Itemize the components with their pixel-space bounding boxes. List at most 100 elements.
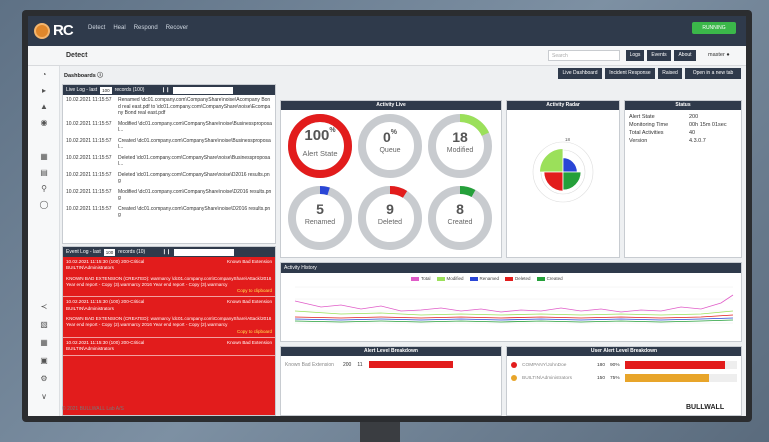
monitor-stand (360, 422, 400, 442)
live-log-row[interactable]: 10.02.2021 11:15:57 Deleted \dc01.company… (63, 170, 275, 187)
log-timestamp: 10.02.2021 11:15:57 (66, 154, 112, 161)
event-body: KNOWN BAD EXTENSION (CREATED): warmarcy … (66, 275, 272, 287)
log-timestamp: 10.02.2021 11:15:57 (66, 137, 112, 144)
event-log-row[interactable]: 10.02.2021 11:15:30 (100) 200-Critical Kn… (63, 297, 275, 338)
user-level: 150 (597, 375, 606, 381)
nav-recover[interactable]: Recover (166, 25, 188, 31)
dashboard-icon[interactable]: ◔ (39, 70, 49, 80)
log-text: Deleted \dc01.company.com\CompanyShare\n… (118, 171, 270, 185)
event-log-filter-input[interactable] (173, 248, 234, 256)
alert-level-bar (368, 361, 453, 368)
user-menu[interactable]: master ● (708, 52, 730, 58)
log-timestamp: 10.02.2021 11:15:57 (66, 171, 112, 178)
live-log-records: records (100) (114, 87, 145, 93)
event-log-row[interactable]: 10.02.2021 11:15:30 (100) 200-Critical Kn… (63, 337, 275, 356)
gauge-ring (358, 186, 422, 250)
megaphone-icon[interactable]: ▸ (39, 86, 49, 96)
gauge-value: 5 (287, 201, 353, 217)
live-log-row[interactable]: 10.02.2021 11:15:57 Created \dc01.company… (63, 136, 275, 153)
activity-history-title: Activity History (284, 265, 317, 271)
gauge-label: Deleted (377, 219, 403, 226)
activity-live-title: Activity Live (281, 101, 501, 110)
report-icon[interactable]: ▧ (39, 320, 49, 330)
live-log-count-select[interactable]: 100 (100, 86, 112, 94)
logo-text: RC (53, 22, 74, 39)
event-timestamp: 10.02.2021 11:15:30 (66, 259, 108, 264)
gear-icon[interactable]: ⚙ (39, 374, 49, 384)
raised-button[interactable]: Raised (658, 68, 682, 79)
footer-copyright: © 2021 BULLWALL Lab A/S (62, 406, 124, 412)
event-log-records: records (10) (118, 249, 146, 255)
activity-history-panel: Activity History Total Modified Renamed Del… (280, 262, 742, 342)
search-icon[interactable]: ⚲ (39, 184, 49, 194)
gauge-alert-state: 100% Alert State (287, 113, 353, 179)
live-log-row[interactable]: 10.02.2021 11:15:57 Created \dc01.company… (63, 204, 275, 221)
app-logo[interactable]: RC (34, 22, 74, 39)
user-name: COMPANY\JohnDoe (522, 362, 567, 368)
about-button[interactable]: About (674, 50, 696, 61)
user-name: master (708, 52, 725, 58)
activity-radar-panel: Activity Radar 18 (506, 100, 620, 258)
live-log-row[interactable]: 10.02.2021 11:15:57 Modified \dc01.compan… (63, 119, 275, 136)
copy-to-clipboard-link[interactable]: Copy to clipboard (66, 329, 272, 335)
gauge-label: Renamed (304, 219, 336, 226)
log-text: Created \dc01.company.com\CompanyShare\n… (118, 205, 271, 219)
database-icon[interactable]: ▣ (39, 356, 49, 366)
nav-heal[interactable]: Heal (113, 25, 125, 31)
copy-to-clipboard-link[interactable]: Copy to clipboard (66, 288, 272, 294)
top-nav: Detect Heal Respond Recover (88, 25, 188, 31)
page-header: Detect Search Logs Events About master ● (28, 46, 746, 66)
event-log-count-select[interactable]: 100 (103, 248, 116, 256)
events-button[interactable]: Events (647, 50, 671, 61)
status-list: Alert State 200 Monitoring Time 00h 15m 01s… (625, 110, 741, 145)
gauge-ring (288, 186, 352, 250)
live-dashboard-button[interactable]: Live Dashboard (558, 68, 602, 79)
radar-slice-created (562, 171, 582, 191)
gauge-label: Queue (379, 147, 401, 154)
gauge-created: 8 Created (427, 185, 493, 251)
gauge-number: 18 (452, 129, 468, 145)
live-log-panel: Live Log - last 100 records (100) ❙❙ 10.… (62, 84, 276, 244)
nav-detect[interactable]: Detect (88, 25, 105, 31)
search-input[interactable]: Search (548, 50, 620, 61)
nav-respond[interactable]: Respond (134, 25, 158, 31)
status-value: 200 (689, 114, 699, 120)
shield-icon[interactable]: ◉ (39, 118, 49, 128)
version-icon[interactable]: ∨ (39, 392, 49, 402)
history-line-modified (294, 310, 734, 316)
event-log-row[interactable]: 10.02.2021 11:15:30 (100) 200-Critical Kn… (63, 257, 275, 298)
brand-logo: BULLWALL (686, 404, 725, 411)
logs-button[interactable]: Logs (626, 50, 644, 61)
history-line-created (294, 319, 734, 323)
dashboards-label[interactable]: Dashboards ⓘ (64, 71, 103, 79)
pause-icon[interactable]: ❙❙ (161, 85, 169, 95)
live-log-row[interactable]: 10.02.2021 11:15:57 Renamed \dc01.company… (63, 95, 275, 119)
live-log-header: Live Log - last 100 records (100) ❙❙ (63, 85, 275, 95)
event-log-header: Event Log - last 100 records (10) ❙❙ (63, 247, 275, 257)
event-timestamp: 10.02.2021 11:15:30 (66, 299, 108, 305)
incident-response-button[interactable]: Incident Response (605, 68, 655, 79)
activity-radar-title: Activity Radar (507, 101, 619, 110)
gauge-queue: 0% Queue (357, 113, 423, 179)
bell-icon[interactable]: ▲ (39, 102, 49, 112)
history-chart (294, 286, 734, 324)
event-tag: Known Bad Extension (227, 299, 272, 305)
list-icon[interactable]: ▤ (39, 168, 49, 178)
live-log-row[interactable]: 10.02.2021 11:15:57 Modified \dc01.compan… (63, 187, 275, 204)
live-log-filter-input[interactable] (172, 86, 233, 94)
page-title: Detect (66, 52, 88, 59)
pause-icon[interactable]: ❙❙ (162, 247, 170, 257)
log-timestamp: 10.02.2021 11:15:57 (66, 97, 112, 103)
grid-icon[interactable]: ▦ (39, 338, 49, 348)
fingerprint-icon[interactable]: ◯ (39, 200, 49, 210)
share-icon[interactable]: ≺ (39, 302, 49, 312)
live-log-row[interactable]: 10.02.2021 11:15:57 Deleted \dc01.company… (63, 153, 275, 170)
event-user: BUILTIN\Administrators (66, 346, 114, 352)
running-status-button[interactable]: RUNNING (692, 22, 736, 34)
table-icon[interactable]: ▦ (39, 152, 49, 162)
event-user: BUILTIN\Administrators (66, 305, 114, 311)
user-breakdown-list: COMPANY\JohnDoe 180 90% BUILTIN\Administrat… (507, 359, 741, 384)
open-new-tab-button[interactable]: Open in a new tab (685, 68, 741, 79)
status-panel: Status Alert State 200 Monitoring Time 00h … (624, 100, 742, 258)
status-title: Status (625, 101, 741, 110)
